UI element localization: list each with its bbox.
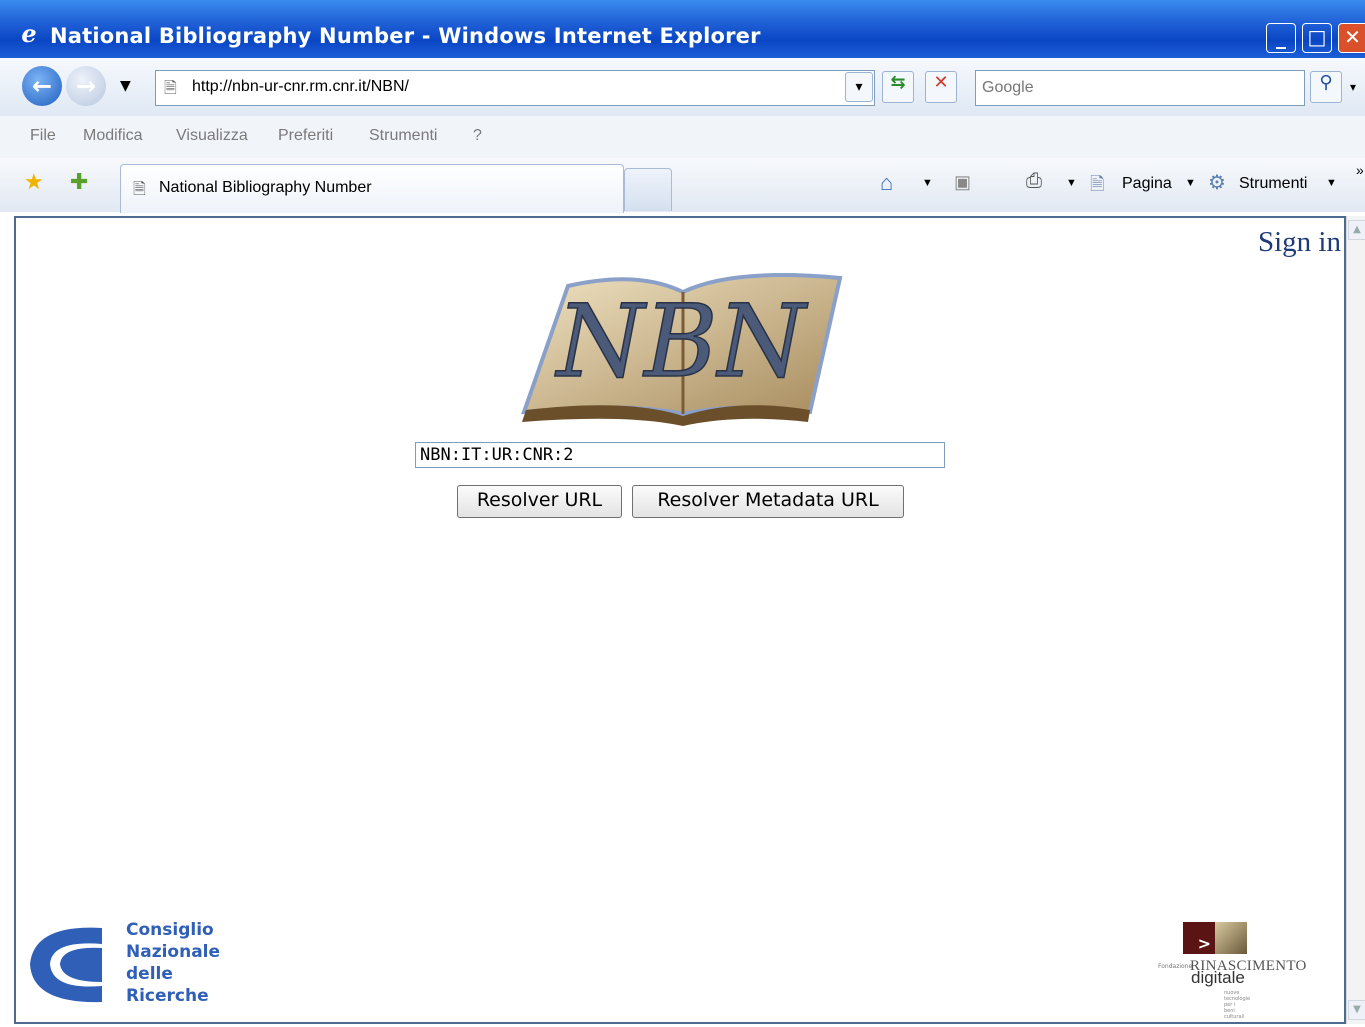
print-dropdown-icon[interactable]: ▼ [1066, 177, 1077, 189]
ie-logo-icon: e [21, 19, 37, 48]
logo-text: NBN [555, 283, 809, 400]
scroll-down-icon[interactable]: ▼ [1348, 1000, 1365, 1020]
tab-label: National Bibliography Number [159, 179, 372, 196]
menu-strumenti[interactable]: Strumenti [369, 127, 437, 145]
rinascimento-image-icon [1215, 922, 1247, 954]
tools-menu-label[interactable]: Strumenti [1239, 175, 1307, 193]
search-options-dropdown-icon[interactable]: ▾ [1350, 80, 1356, 94]
cnr-line-4: Ricerche [126, 986, 209, 1006]
rinascimento-digitale: digitale [1191, 968, 1245, 987]
feeds-icon[interactable]: ▣ [954, 172, 971, 193]
address-bar[interactable]: 🗎 http://nbn-ur-cnr.rm.cnr.it/NBN/ [155, 70, 875, 106]
scroll-up-icon[interactable]: ▲ [1348, 220, 1365, 240]
home-icon[interactable]: ⌂ [880, 170, 893, 196]
cnr-line-3: delle [126, 964, 173, 984]
print-icon[interactable]: ⎙ [1026, 170, 1042, 193]
nbn-book-logo: NBN [521, 273, 843, 426]
back-button[interactable]: ← [22, 66, 62, 106]
cnr-line-1: Consiglio [126, 920, 214, 940]
menu-modifica[interactable]: Modifica [83, 127, 143, 145]
rinascimento-fondazione: Fondazione [1158, 963, 1193, 970]
search-icon[interactable]: ⚲ [1310, 71, 1342, 103]
home-dropdown-icon[interactable]: ▼ [922, 177, 933, 189]
recent-pages-dropdown-icon[interactable]: ▼ [120, 78, 131, 94]
cnr-emblem-icon [30, 927, 102, 1003]
refresh-icon[interactable]: ⇆ [882, 71, 914, 103]
resolver-metadata-url-button[interactable]: Resolver Metadata URL [632, 485, 904, 518]
page-menu-icon[interactable]: 🗎 [1090, 172, 1104, 202]
tab-page-icon: 🗎 [133, 179, 146, 198]
stop-icon[interactable]: ✕ [925, 71, 957, 103]
menu-visualizza[interactable]: Visualizza [176, 127, 248, 145]
window-title-bar[interactable]: e National Bibliography Number - Windows… [0, 0, 1365, 58]
add-favorites-icon[interactable]: ✚ [70, 170, 88, 195]
nbn-input[interactable] [415, 442, 945, 468]
page-icon: 🗎 [164, 78, 177, 97]
page-dropdown-icon[interactable]: ▼ [1185, 177, 1196, 189]
menu-file[interactable]: File [30, 127, 56, 145]
maximize-button[interactable]: □ [1302, 23, 1332, 53]
gear-icon[interactable]: ⚙ [1208, 170, 1226, 195]
minimize-button[interactable]: _ [1266, 23, 1296, 53]
rinascimento-tagline: nuove tecnologie per i beni culturali [1224, 990, 1251, 1020]
forward-button[interactable]: → [66, 66, 106, 106]
favorites-star-icon[interactable]: ★ [24, 170, 44, 195]
sign-in-link[interactable]: Sign in [1258, 226, 1341, 259]
vertical-scrollbar[interactable]: ▲ ▼ [1346, 216, 1365, 1024]
rinascimento-digitale-logo[interactable]: > Fondazione RINASCIMENTO digitale nuove… [1158, 920, 1340, 1020]
arrow-icon: > [1183, 922, 1215, 954]
address-url[interactable]: http://nbn-ur-cnr.rm.cnr.it/NBN/ [192, 78, 409, 96]
tab-national-bibliography-number[interactable]: 🗎 National Bibliography Number [120, 164, 624, 213]
toolbar-overflow-icon[interactable]: » [1356, 162, 1364, 178]
resolver-url-button[interactable]: Resolver URL [457, 485, 622, 518]
search-input[interactable]: Google [975, 70, 1305, 106]
window-title: National Bibliography Number - Windows I… [50, 24, 761, 48]
address-dropdown-icon[interactable]: ▾ [845, 72, 873, 102]
search-placeholder: Google [982, 79, 1034, 96]
page-menu-label[interactable]: Pagina [1122, 175, 1172, 193]
close-window-button[interactable]: ✕ [1338, 23, 1365, 53]
menu-preferiti[interactable]: Preferiti [278, 127, 333, 145]
cnr-logo[interactable]: Consiglio Nazionale delle Ricerche [24, 918, 234, 1008]
cnr-line-2: Nazionale [126, 942, 221, 962]
new-tab-button[interactable] [624, 168, 672, 211]
tools-dropdown-icon[interactable]: ▼ [1326, 177, 1337, 189]
cnr-name: Consiglio Nazionale delle Ricerche [126, 919, 220, 1007]
menu-help[interactable]: ? [473, 127, 482, 145]
